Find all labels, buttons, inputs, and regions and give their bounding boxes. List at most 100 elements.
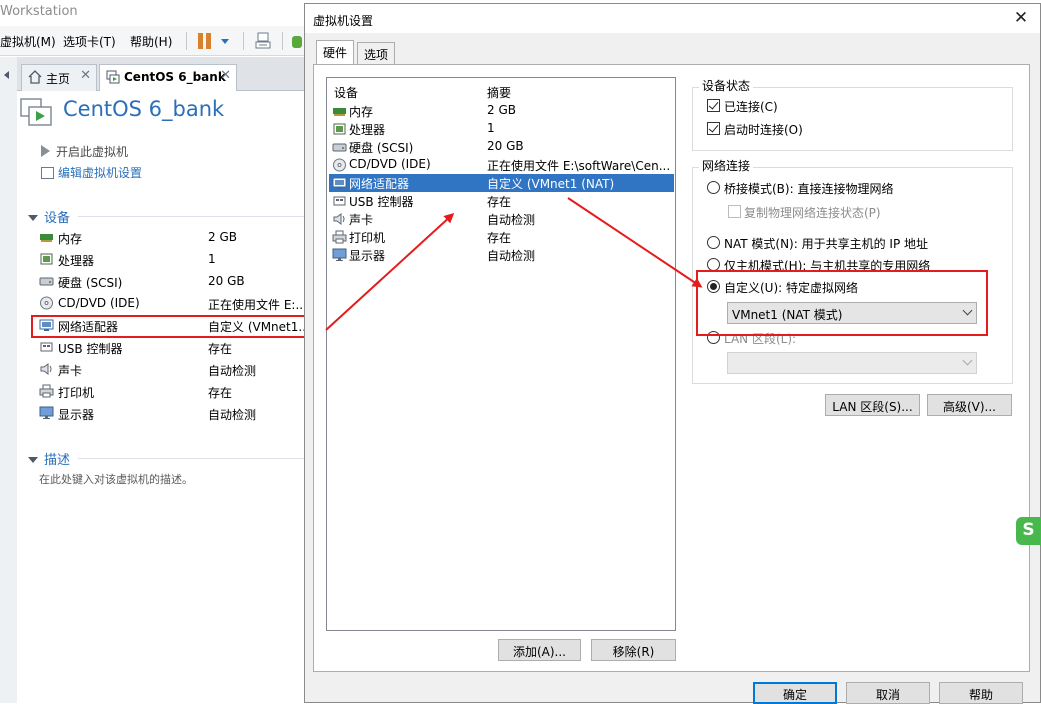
- home-icon: [28, 70, 42, 84]
- hardware-summary: 1: [487, 121, 495, 135]
- memory-icon: [39, 230, 54, 244]
- menu-tabs[interactable]: 选项卡(T): [63, 33, 116, 50]
- help-button[interactable]: 帮助: [939, 682, 1023, 704]
- annotation-highlight-box: [696, 270, 988, 336]
- settings-icon: [41, 167, 54, 179]
- bridged-label[interactable]: 桥接模式(B): 直接连接物理网络: [724, 180, 893, 197]
- left-gutter: [0, 91, 17, 703]
- bridged-radio[interactable]: [707, 181, 720, 194]
- device-value: 1: [208, 252, 216, 266]
- hardware-summary: 2 GB: [487, 103, 516, 117]
- remove-button[interactable]: 移除(R): [591, 639, 676, 661]
- app-title: Workstation: [0, 4, 78, 19]
- device-value: 自动检测: [208, 408, 257, 422]
- divider: [78, 216, 304, 217]
- device-row[interactable]: 处理器 1: [39, 249, 304, 271]
- hardware-name: 硬盘 (SCSI): [349, 141, 414, 155]
- hardware-panel: 设备 摘要 内存 2 GB 处理器 1 硬盘 (SCSI) 20 GB CD/DVD (ID…: [313, 64, 1030, 672]
- description-field[interactable]: 在此处键入对该虚拟机的描述。: [39, 471, 193, 487]
- nat-label[interactable]: NAT 模式(N): 用于共享主机的 IP 地址: [724, 235, 928, 252]
- device-name: 打印机: [58, 386, 95, 400]
- column-header-device[interactable]: 设备: [334, 84, 358, 101]
- hardware-summary: 存在: [487, 231, 512, 245]
- replicate-state-checkbox[interactable]: [728, 205, 741, 218]
- device-status-title: 设备状态: [699, 77, 754, 94]
- floating-widget-icon[interactable]: S: [1016, 517, 1041, 545]
- edit-vm-settings-link[interactable]: 编辑虚拟机设置: [41, 164, 142, 181]
- tab-home-label: 主页: [46, 72, 71, 86]
- hardware-summary: 正在使用文件 E:\softWare\Cen...: [487, 159, 671, 173]
- tab-options[interactable]: 选项: [357, 42, 396, 64]
- column-header-summary[interactable]: 摘要: [487, 84, 511, 101]
- cancel-button[interactable]: 取消: [846, 682, 930, 704]
- hardware-row[interactable]: 打印机 存在: [329, 228, 674, 246]
- hardware-row[interactable]: 网络适配器 自定义 (VMnet1 (NAT): [329, 174, 674, 192]
- hardware-row[interactable]: 内存 2 GB: [329, 102, 674, 120]
- device-row[interactable]: 硬盘 (SCSI) 20 GB: [39, 271, 304, 293]
- lan-segments-button[interactable]: LAN 区段(S)...: [825, 394, 920, 416]
- display-icon: [39, 406, 54, 420]
- display-icon: [332, 248, 347, 262]
- network-connection-title: 网络连接: [699, 157, 754, 174]
- device-name: 内存: [58, 232, 83, 246]
- connect-at-power-on-checkbox[interactable]: [707, 122, 720, 135]
- devices-section-header[interactable]: 设备: [28, 207, 70, 226]
- hardware-name: 显示器: [349, 249, 386, 263]
- device-row[interactable]: CD/DVD (IDE) 正在使用文件 E:...: [39, 293, 304, 315]
- ok-button[interactable]: 确定: [753, 682, 837, 704]
- hardware-summary: 20 GB: [487, 139, 524, 153]
- hardware-row[interactable]: 硬盘 (SCSI) 20 GB: [329, 138, 674, 156]
- lan-segment-select[interactable]: [727, 352, 977, 374]
- hardware-row[interactable]: 声卡 自动检测: [329, 210, 674, 228]
- connected-checkbox[interactable]: [707, 99, 720, 112]
- device-name: CD/DVD (IDE): [58, 296, 140, 310]
- close-icon[interactable]: ✕: [220, 68, 231, 83]
- device-name: 显示器: [58, 408, 95, 422]
- chevron-down-icon[interactable]: [221, 39, 229, 44]
- hardware-row[interactable]: 显示器 自动检测: [329, 246, 674, 264]
- device-row[interactable]: 显示器 自动检测: [39, 403, 304, 425]
- hardware-row[interactable]: CD/DVD (IDE) 正在使用文件 E:\softWare\Cen...: [329, 156, 674, 174]
- send-keys-icon[interactable]: [254, 31, 274, 51]
- replicate-state-label[interactable]: 复制物理网络连接状态(P): [744, 204, 881, 221]
- snapshot-icon[interactable]: [292, 36, 302, 48]
- hardware-summary: 存在: [487, 195, 512, 209]
- device-name: 处理器: [58, 254, 95, 268]
- chevron-down-icon: [962, 355, 973, 366]
- connect-at-power-on-label[interactable]: 启动时连接(O): [724, 121, 803, 138]
- hardware-row[interactable]: USB 控制器 存在: [329, 192, 674, 210]
- dialog-title-bar: 虚拟机设置 ✕: [305, 4, 1040, 33]
- network-adapter-icon: [332, 176, 347, 190]
- printer-icon: [332, 230, 347, 244]
- sound-card-icon: [332, 212, 347, 226]
- device-row[interactable]: 打印机 存在: [39, 381, 304, 403]
- printer-icon: [39, 384, 54, 398]
- cd-dvd-icon: [332, 158, 347, 172]
- close-icon[interactable]: ✕: [80, 68, 91, 83]
- tab-home[interactable]: 主页 ✕: [21, 64, 97, 91]
- device-row[interactable]: 声卡 自动检测: [39, 359, 304, 381]
- hardware-list[interactable]: 设备 摘要 内存 2 GB 处理器 1 硬盘 (SCSI) 20 GB CD/DVD (ID…: [326, 77, 676, 631]
- menu-vm[interactable]: 虚拟机(M): [0, 33, 56, 50]
- nat-radio[interactable]: [707, 236, 720, 249]
- close-icon[interactable]: ✕: [1009, 8, 1033, 30]
- dialog-title: 虚拟机设置: [313, 14, 374, 28]
- add-button[interactable]: 添加(A)...: [498, 639, 581, 661]
- device-row[interactable]: USB 控制器 存在: [39, 337, 304, 359]
- tab-centos-label: CentOS 6_bank: [124, 70, 226, 84]
- menu-help[interactable]: 帮助(H): [130, 33, 172, 50]
- hardware-row[interactable]: 处理器 1: [329, 120, 674, 138]
- description-section-header[interactable]: 描述: [28, 449, 70, 468]
- power-on-vm-link[interactable]: 开启此虚拟机: [41, 143, 128, 160]
- device-name: 硬盘 (SCSI): [58, 276, 123, 290]
- device-value: 存在: [208, 386, 233, 400]
- advanced-button[interactable]: 高级(V)...: [927, 394, 1012, 416]
- tab-centos[interactable]: CentOS 6_bank ✕: [99, 64, 237, 91]
- connected-label[interactable]: 已连接(C): [724, 98, 778, 115]
- collapse-arrow-icon: [28, 215, 38, 221]
- tab-hardware[interactable]: 硬件: [316, 40, 355, 64]
- device-row[interactable]: 内存 2 GB: [39, 227, 304, 249]
- vm-icon: [106, 70, 120, 84]
- pause-icon[interactable]: [196, 32, 216, 50]
- hardware-summary: 自动检测: [487, 249, 536, 263]
